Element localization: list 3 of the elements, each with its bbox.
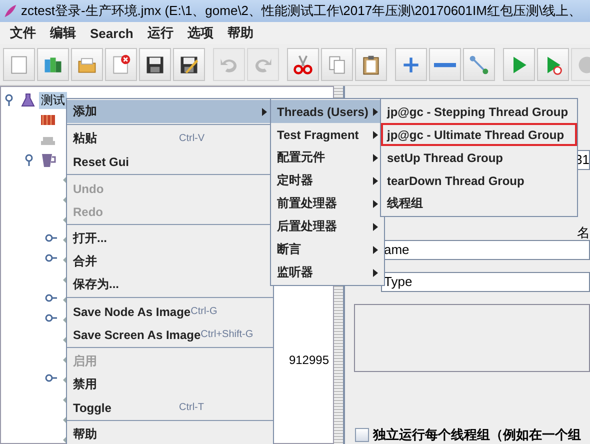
column-header: 名 xyxy=(577,224,590,240)
window-title: zctest登录-生产环境.jmx (E:\1、gome\2、性能测试工作\2017年压测\20170601IM红包压测\线上、 xyxy=(21,2,582,20)
checkbox-label: 独立运行每个线程组（例如在一个组 xyxy=(373,426,581,444)
